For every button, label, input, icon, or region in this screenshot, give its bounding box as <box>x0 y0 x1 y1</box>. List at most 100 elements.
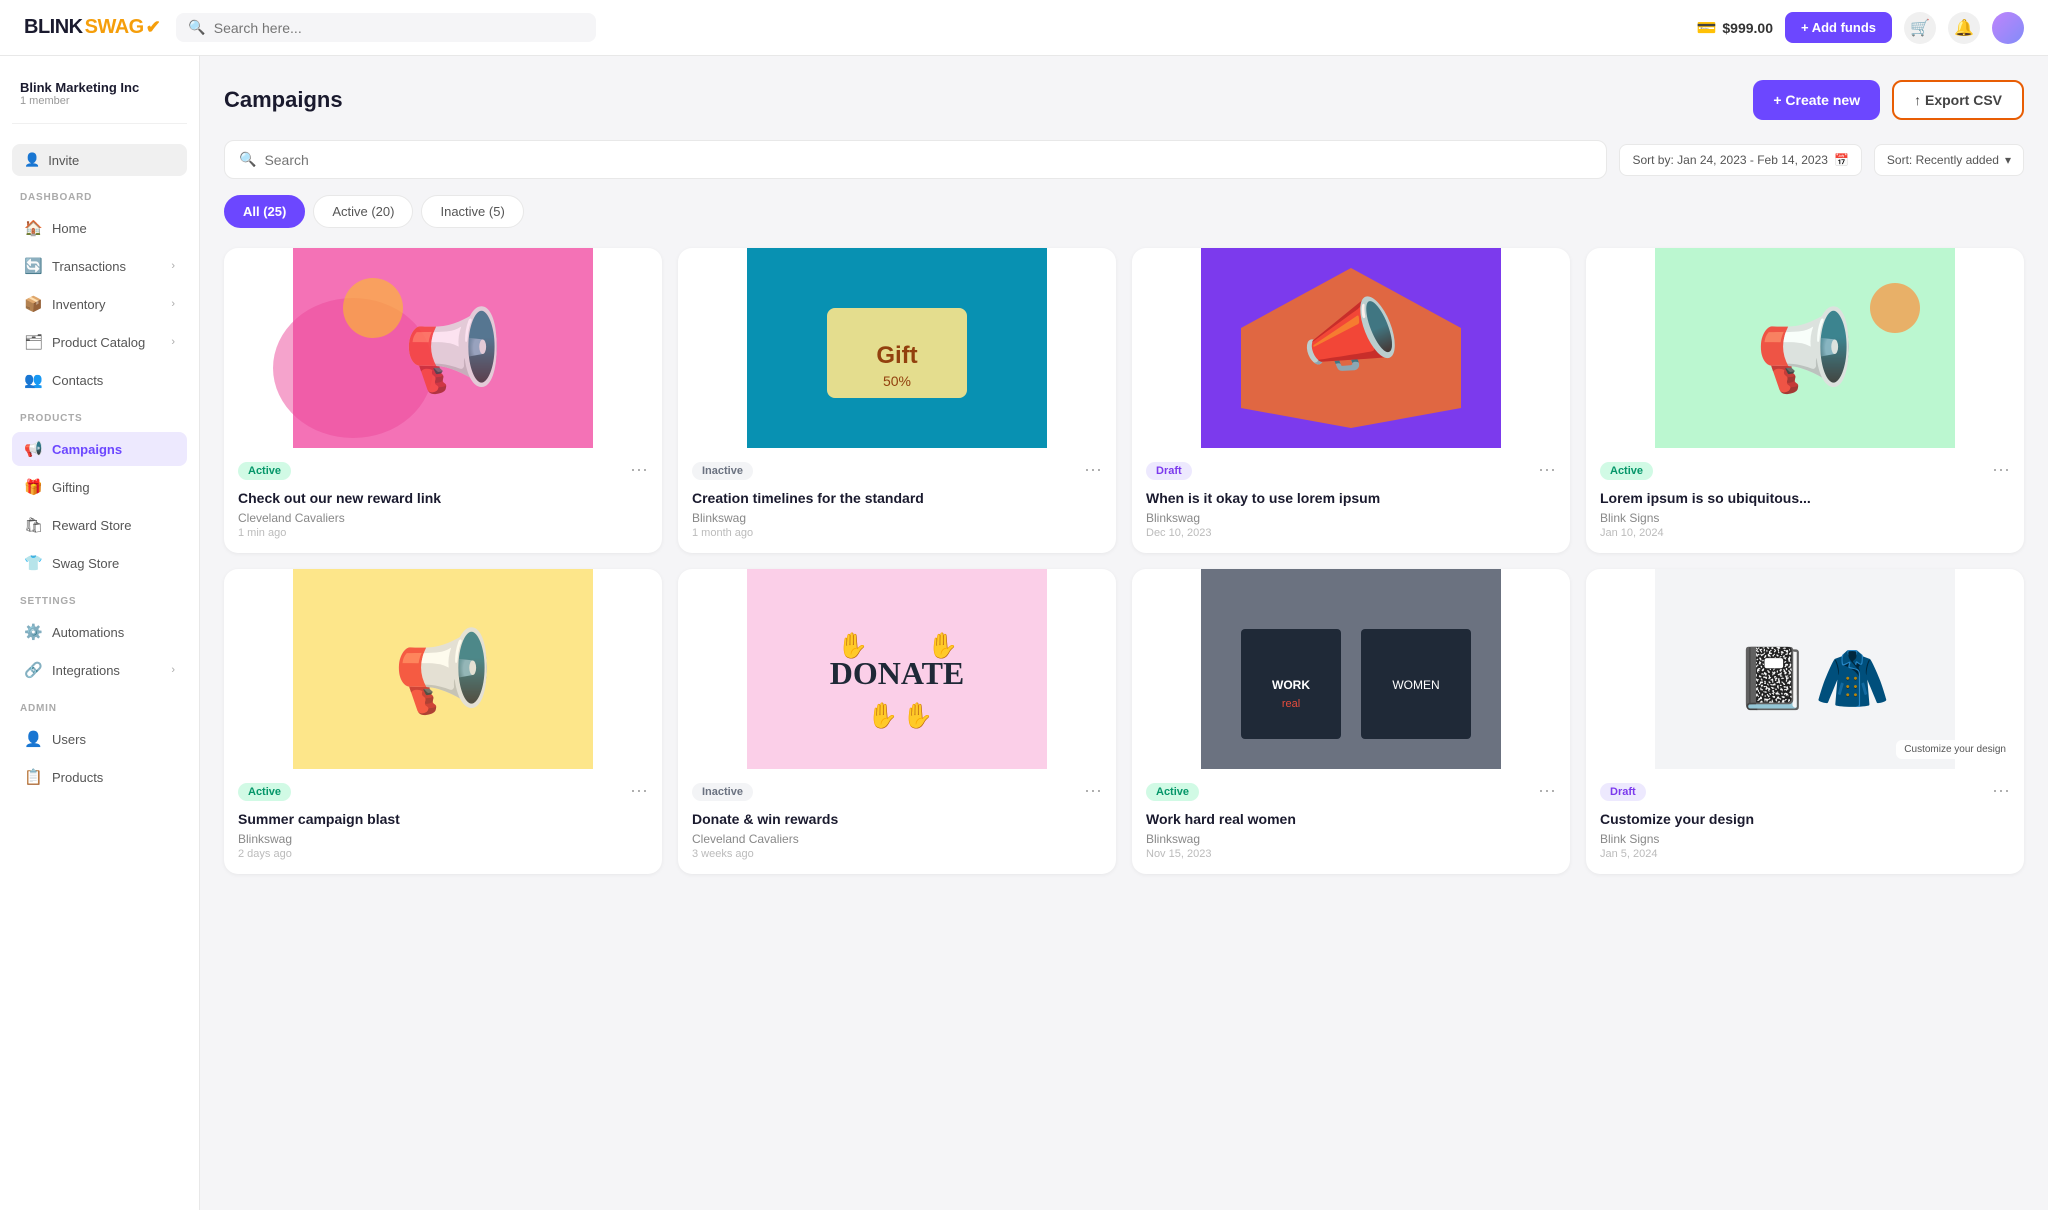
sidebar-item-inventory[interactable]: 📦 Inventory › <box>12 287 187 321</box>
card-top: Active ⋯ <box>1146 781 1556 802</box>
section-admin: ADMIN <box>12 691 187 718</box>
card-title: Lorem ipsum is so ubiquitous... <box>1600 489 2010 507</box>
sidebar-item-swag-store[interactable]: 👕 Swag Store <box>12 546 187 580</box>
svg-text:🧥: 🧥 <box>1815 645 1890 712</box>
sidebar-item-automations[interactable]: ⚙️ Automations <box>12 615 187 649</box>
more-options-icon[interactable]: ⋯ <box>630 460 648 481</box>
card-top: Draft ⋯ <box>1600 781 2010 802</box>
sidebar-item-contacts[interactable]: 👥 Contacts <box>12 363 187 397</box>
sidebar-item-reward-store[interactable]: 🛍 Reward Store <box>12 508 187 542</box>
global-search[interactable]: 🔍 <box>176 13 596 42</box>
campaign-card[interactable]: 📢 Active ⋯ Lorem ipsum is so ubiquitous.… <box>1586 248 2024 553</box>
card-body: Draft ⋯ Customize your design Blink Sign… <box>1586 769 2024 874</box>
chevron-right-icon: › <box>171 298 175 310</box>
add-funds-button[interactable]: + Add funds <box>1785 12 1892 43</box>
card-org: Cleveland Cavaliers <box>692 832 1102 846</box>
more-options-icon[interactable]: ⋯ <box>1992 460 2010 481</box>
card-org: Blink Signs <box>1600 511 2010 525</box>
status-badge: Active <box>1600 462 1653 480</box>
campaign-card[interactable]: Gift 50% Inactive ⋯ Creation timelines fo… <box>678 248 1116 553</box>
status-badge: Draft <box>1600 783 1646 801</box>
automations-icon: ⚙️ <box>24 623 42 641</box>
sort-filter[interactable]: Sort: Recently added ▾ <box>1874 144 2024 176</box>
notifications-icon[interactable]: 🔔 <box>1948 12 1980 44</box>
card-top: Inactive ⋯ <box>692 781 1102 802</box>
card-top: Active ⋯ <box>238 460 648 481</box>
sidebar-item-label: Campaigns <box>52 442 122 457</box>
sidebar-item-gifting[interactable]: 🎁 Gifting <box>12 470 187 504</box>
sidebar-item-products[interactable]: 📋 Products <box>12 760 187 794</box>
campaign-card[interactable]: 📢 Active ⋯ Summer campaign blast Blinksw… <box>224 569 662 874</box>
section-settings: SETTINGS <box>12 584 187 611</box>
sidebar-item-integrations[interactable]: 🔗 Integrations › <box>12 653 187 687</box>
more-options-icon[interactable]: ⋯ <box>630 781 648 802</box>
sidebar-item-users[interactable]: 👤 Users <box>12 722 187 756</box>
search-icon: 🔍 <box>188 19 205 36</box>
card-body: Inactive ⋯ Creation timelines for the st… <box>678 448 1116 553</box>
campaign-card[interactable]: 📢 Active ⋯ Check out our new reward link… <box>224 248 662 553</box>
logo-checkmark: ✔ <box>146 17 161 38</box>
sidebar-item-campaigns[interactable]: 📢 Campaigns <box>12 432 187 466</box>
section-products: PRODUCTS <box>12 401 187 428</box>
org-member: 1 member <box>20 95 179 107</box>
logo: BLINK SWAG ✔ <box>24 16 160 39</box>
sidebar-item-label: Automations <box>52 625 124 640</box>
header-actions: + Create new ↑ Export CSV <box>1753 80 2024 120</box>
more-options-icon[interactable]: ⋯ <box>1538 781 1556 802</box>
status-badge: Active <box>238 783 291 801</box>
campaigns-grid: 📢 Active ⋯ Check out our new reward link… <box>224 248 2024 874</box>
sidebar-item-label: Product Catalog <box>52 335 145 350</box>
sidebar-item-label: Contacts <box>52 373 103 388</box>
more-options-icon[interactable]: ⋯ <box>1084 460 1102 481</box>
user-icon: 👤 <box>24 152 40 168</box>
svg-text:50%: 50% <box>883 373 911 389</box>
global-search-input[interactable] <box>214 20 585 36</box>
tab-all[interactable]: All (25) <box>224 195 305 228</box>
card-time: Dec 10, 2023 <box>1146 527 1556 539</box>
card-title: Check out our new reward link <box>238 489 648 507</box>
campaign-tabs: All (25) Active (20) Inactive (5) <box>224 195 2024 228</box>
create-new-button[interactable]: + Create new <box>1753 80 1880 120</box>
campaign-card[interactable]: WORKrealWOMEN Active ⋯ Work hard real wo… <box>1132 569 1570 874</box>
card-top: Inactive ⋯ <box>692 460 1102 481</box>
more-options-icon[interactable]: ⋯ <box>1538 460 1556 481</box>
card-image: WORKrealWOMEN <box>1132 569 1570 769</box>
svg-text:real: real <box>1282 698 1300 710</box>
tab-active[interactable]: Active (20) <box>313 195 413 228</box>
more-options-icon[interactable]: ⋯ <box>1084 781 1102 802</box>
campaign-search[interactable]: 🔍 <box>224 140 1607 179</box>
svg-text:WOMEN: WOMEN <box>1392 678 1439 692</box>
sidebar-item-product-catalog[interactable]: 🗂 Product Catalog › <box>12 325 187 359</box>
sidebar-item-transactions[interactable]: 🔄 Transactions › <box>12 249 187 283</box>
card-body: Draft ⋯ When is it okay to use lorem ips… <box>1132 448 1570 553</box>
export-csv-button[interactable]: ↑ Export CSV <box>1892 80 2024 120</box>
campaign-search-input[interactable] <box>264 152 1592 168</box>
sidebar-item-label: Home <box>52 221 87 236</box>
integrations-icon: 🔗 <box>24 661 42 679</box>
cart-icon[interactable]: 🛒 <box>1904 12 1936 44</box>
more-options-icon[interactable]: ⋯ <box>1992 781 2010 802</box>
campaign-card[interactable]: DONATE✋✋✋✋ Inactive ⋯ Donate & win rewar… <box>678 569 1116 874</box>
svg-text:Gift: Gift <box>876 342 917 369</box>
tab-inactive[interactable]: Inactive (5) <box>421 195 523 228</box>
products-icon: 📋 <box>24 768 42 786</box>
sidebar-item-home[interactable]: 🏠 Home <box>12 211 187 245</box>
card-image: 📣 <box>1132 248 1570 448</box>
card-image: 📓🧥 Customize your design <box>1586 569 2024 769</box>
nav-right: 💳 $999.00 + Add funds 🛒 🔔 <box>1696 12 2024 44</box>
svg-text:✋: ✋ <box>927 631 958 660</box>
status-badge: Draft <box>1146 462 1192 480</box>
invite-button[interactable]: 👤 Invite <box>12 144 187 176</box>
date-filter[interactable]: Sort by: Jan 24, 2023 - Feb 14, 2023 📅 <box>1619 144 1861 176</box>
card-top: Active ⋯ <box>238 781 648 802</box>
avatar[interactable] <box>1992 12 2024 44</box>
card-title: Creation timelines for the standard <box>692 489 1102 507</box>
sidebar-item-label: Gifting <box>52 480 90 495</box>
svg-text:✋: ✋ <box>837 631 868 660</box>
svg-text:DONATE: DONATE <box>830 655 965 691</box>
campaign-card[interactable]: 📣 Draft ⋯ When is it okay to use lorem i… <box>1132 248 1570 553</box>
card-time: 2 days ago <box>238 848 648 860</box>
contacts-icon: 👥 <box>24 371 42 389</box>
campaign-card[interactable]: 📓🧥 Customize your design Draft ⋯ Customi… <box>1586 569 2024 874</box>
status-badge: Inactive <box>692 783 753 801</box>
